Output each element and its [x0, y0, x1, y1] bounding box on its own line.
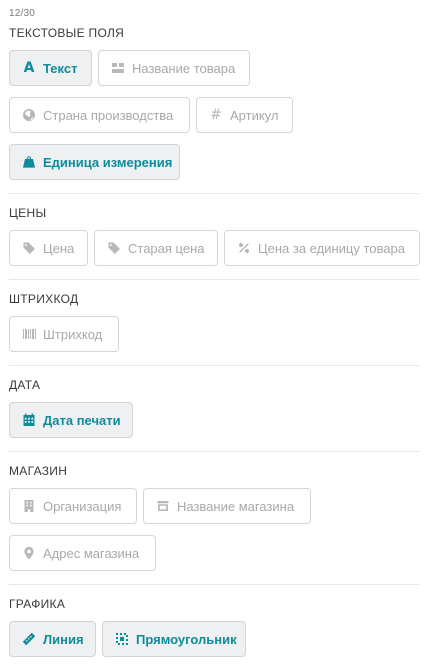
chip-label: Название товара [132, 60, 236, 76]
section-divider [9, 193, 420, 194]
chip-label: Дата печати [43, 412, 121, 428]
percent-icon [237, 241, 251, 255]
store-icon [156, 499, 170, 513]
product-name-button[interactable]: Название товара [98, 50, 250, 86]
section-divider [9, 279, 420, 280]
section-divider [9, 365, 420, 366]
chip-label: Цена [43, 240, 75, 256]
unit-price-button[interactable]: Цена за единицу товара [224, 230, 420, 266]
boxes-icon [111, 61, 125, 75]
tag-icon [22, 241, 36, 255]
country-of-origin-button[interactable]: Страна производства [9, 97, 190, 133]
section-title-graphics: ГРАФИКА [9, 597, 66, 611]
line-button[interactable]: Линия [9, 621, 96, 657]
chip-label: Цена за единицу товара [258, 240, 405, 256]
chip-label: Штрихкод [43, 326, 103, 342]
rectangle-icon [115, 632, 129, 646]
unit-of-measure-button[interactable]: Единица измерения [9, 144, 180, 180]
building-icon [22, 499, 36, 513]
old-price-button[interactable]: Старая цена [94, 230, 218, 266]
barcode-button[interactable]: Штрихкод [9, 316, 119, 352]
chip-label: Название магазина [177, 498, 295, 514]
section-title-date: ДАТА [9, 378, 41, 392]
rectangle-button[interactable]: Прямоугольник [102, 621, 246, 657]
section-divider [9, 584, 420, 585]
article-button[interactable]: # Артикул [196, 97, 293, 133]
hash-icon: # [210, 107, 222, 123]
section-title-barcode: ШТРИХКОД [9, 292, 79, 306]
section-divider [9, 451, 420, 452]
chip-label: Организация [43, 498, 122, 514]
chip-label: Линия [43, 631, 84, 647]
tag-icon [107, 241, 121, 255]
price-button[interactable]: Цена [9, 230, 88, 266]
map-pin-icon [22, 546, 36, 560]
ruler-icon [22, 632, 36, 646]
chip-label: Старая цена [128, 240, 205, 256]
organization-button[interactable]: Организация [9, 488, 137, 524]
store-name-button[interactable]: Название магазина [143, 488, 311, 524]
chip-label: Единица измерения [43, 154, 173, 170]
calendar-icon [22, 413, 36, 427]
chip-label: Прямоугольник [136, 631, 237, 647]
chip-label: Адрес магазина [43, 545, 140, 561]
barcode-icon [22, 327, 36, 341]
section-title-text-fields: ТЕКСТОВЫЕ ПОЛЯ [9, 26, 125, 40]
globe-icon [22, 108, 36, 122]
chip-label: Артикул [230, 107, 279, 123]
text-icon: A [23, 60, 35, 76]
field-counter: 12/30 [9, 8, 36, 19]
text-field-button[interactable]: A Текст [9, 50, 92, 86]
chip-label: Страна производства [43, 107, 174, 123]
section-title-prices: ЦЕНЫ [9, 206, 47, 220]
weight-icon [22, 155, 36, 169]
print-date-button[interactable]: Дата печати [9, 402, 133, 438]
section-title-store: МАГАЗИН [9, 464, 68, 478]
chip-label: Текст [43, 60, 78, 76]
store-address-button[interactable]: Адрес магазина [9, 535, 156, 571]
